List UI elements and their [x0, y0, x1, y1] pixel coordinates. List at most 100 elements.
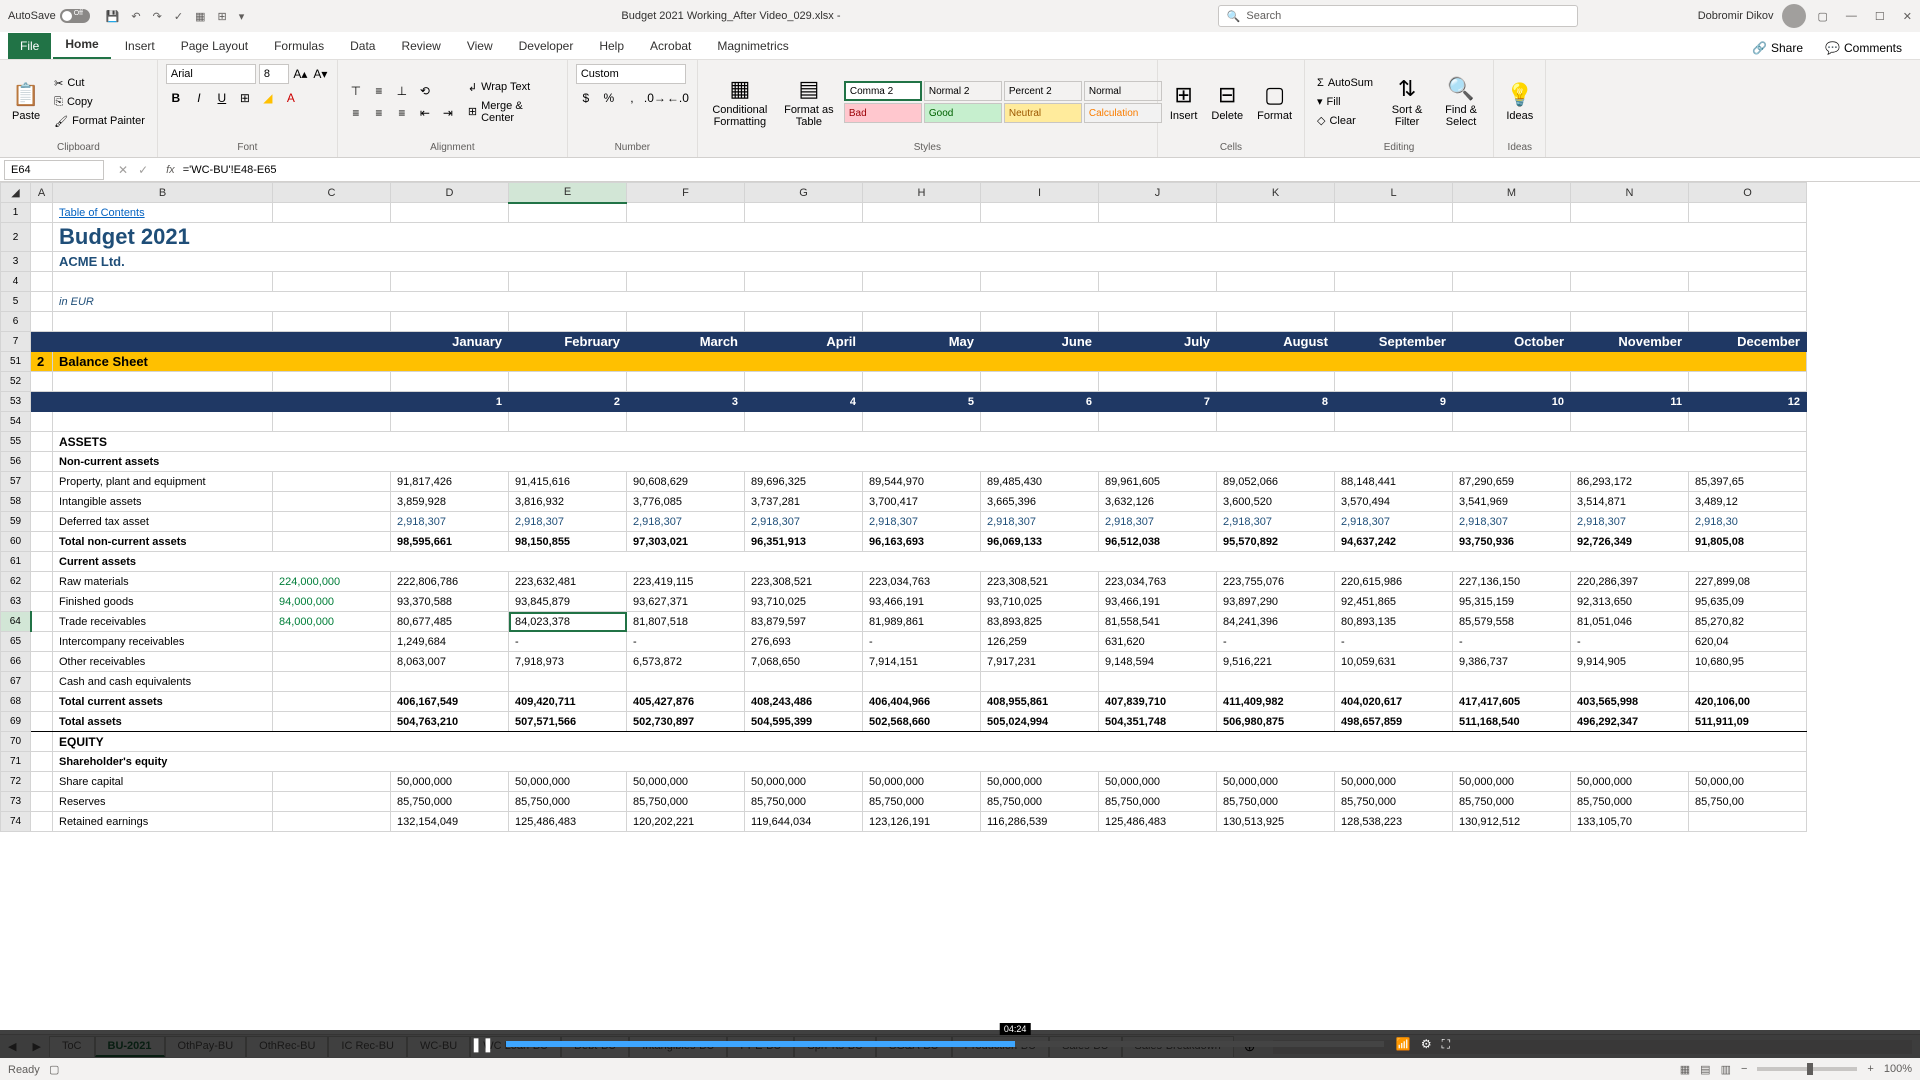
row-header[interactable]: 58 — [1, 492, 31, 512]
row-header[interactable]: 52 — [1, 372, 31, 392]
month-header[interactable]: August — [1217, 332, 1335, 352]
budget-title[interactable]: Budget 2021 — [53, 223, 1807, 252]
cell[interactable]: 85,397,65 — [1689, 472, 1807, 492]
cell[interactable] — [31, 452, 53, 472]
indent-inc-icon[interactable]: ⇥ — [438, 103, 458, 123]
cell[interactable]: 86,293,172 — [1571, 472, 1689, 492]
cell[interactable]: 93,750,936 — [1453, 532, 1571, 552]
cell[interactable]: 506,980,875 — [1217, 712, 1335, 732]
cell[interactable]: 85,750,000 — [1335, 792, 1453, 812]
user-account[interactable]: Dobromir Dikov — [1698, 4, 1806, 28]
cell[interactable]: 50,000,000 — [1335, 772, 1453, 792]
cell[interactable]: 92,726,349 — [1571, 532, 1689, 552]
section-num[interactable]: 2 — [31, 352, 53, 372]
equity-heading[interactable]: EQUITY — [53, 732, 1807, 752]
row-label[interactable]: Total assets — [53, 712, 273, 732]
cell[interactable]: 409,420,711 — [509, 692, 627, 712]
cell[interactable]: 406,404,966 — [863, 692, 981, 712]
column-header[interactable]: G — [745, 183, 863, 203]
cell[interactable]: 90,608,629 — [627, 472, 745, 492]
align-top-icon[interactable]: ⊤ — [346, 81, 366, 101]
find-select-button[interactable]: 🔍Find & Select — [1437, 74, 1485, 130]
cell[interactable]: 84,241,396 — [1217, 612, 1335, 632]
row-header[interactable]: 56 — [1, 452, 31, 472]
cell[interactable] — [273, 372, 391, 392]
cell[interactable] — [745, 412, 863, 432]
cell[interactable] — [31, 312, 53, 332]
cell[interactable] — [273, 772, 391, 792]
font-color-icon[interactable]: A — [281, 88, 301, 108]
comma-icon[interactable]: , — [622, 88, 642, 108]
cell[interactable]: 223,419,115 — [627, 572, 745, 592]
cell[interactable]: 85,750,000 — [1217, 792, 1335, 812]
style-percent2[interactable]: Percent 2 — [1004, 81, 1082, 101]
period-num[interactable]: 11 — [1571, 392, 1689, 412]
cell[interactable]: 94,637,242 — [1335, 532, 1453, 552]
orientation-icon[interactable]: ⟲ — [415, 81, 435, 101]
video-progress[interactable]: 04:24 — [506, 1041, 1384, 1047]
tab-help[interactable]: Help — [587, 33, 636, 59]
tab-file[interactable]: File — [8, 33, 51, 59]
cell[interactable]: 85,750,00 — [1689, 792, 1807, 812]
cell[interactable] — [509, 312, 627, 332]
cell[interactable]: 504,351,748 — [1099, 712, 1217, 732]
paste-button[interactable]: 📋Paste — [8, 80, 44, 124]
cell[interactable] — [53, 392, 273, 412]
view-pagelayout-icon[interactable]: ▤ — [1700, 1063, 1710, 1076]
cell[interactable]: 93,370,588 — [391, 592, 509, 612]
month-header[interactable]: February — [509, 332, 627, 352]
row-header[interactable]: 68 — [1, 692, 31, 712]
cell[interactable] — [627, 672, 745, 692]
cell[interactable]: 81,989,861 — [863, 612, 981, 632]
row-header[interactable]: 72 — [1, 772, 31, 792]
cell[interactable]: 93,897,290 — [1217, 592, 1335, 612]
cell[interactable]: 7,068,650 — [745, 652, 863, 672]
cell[interactable] — [1335, 272, 1453, 292]
settings-icon[interactable]: ⚙ — [1421, 1037, 1432, 1052]
cell[interactable]: 95,635,09 — [1689, 592, 1807, 612]
row-label[interactable]: Deferred tax asset — [53, 512, 273, 532]
cell[interactable]: 404,020,617 — [1335, 692, 1453, 712]
ideas-button[interactable]: 💡Ideas — [1502, 80, 1537, 124]
spreadsheet[interactable]: ◢ABCDEFGHIJKLMNO 1Table of Contents2Budg… — [0, 182, 1920, 1034]
cell[interactable] — [273, 392, 391, 412]
style-good[interactable]: Good — [924, 103, 1002, 123]
row-label[interactable]: Share capital — [53, 772, 273, 792]
style-bad[interactable]: Bad — [844, 103, 922, 123]
cell[interactable] — [273, 512, 391, 532]
cell[interactable]: 2,918,307 — [1217, 512, 1335, 532]
cell[interactable] — [627, 272, 745, 292]
cell[interactable]: 2,918,307 — [745, 512, 863, 532]
cell[interactable] — [391, 372, 509, 392]
row-header[interactable]: 71 — [1, 752, 31, 772]
cell[interactable]: 220,286,397 — [1571, 572, 1689, 592]
cell[interactable]: 8,063,007 — [391, 652, 509, 672]
cell[interactable] — [863, 312, 981, 332]
row-header[interactable]: 51 — [1, 352, 31, 372]
cell[interactable]: 89,696,325 — [745, 472, 863, 492]
cell[interactable]: 89,961,605 — [1099, 472, 1217, 492]
cell[interactable]: 81,807,518 — [627, 612, 745, 632]
cell[interactable]: 3,489,12 — [1689, 492, 1807, 512]
cell[interactable]: 85,750,000 — [1099, 792, 1217, 812]
cell[interactable]: 3,600,520 — [1217, 492, 1335, 512]
cell[interactable] — [1453, 312, 1571, 332]
cell[interactable] — [745, 312, 863, 332]
cell[interactable] — [1099, 372, 1217, 392]
cell[interactable]: 125,486,483 — [1099, 812, 1217, 832]
clear-button[interactable]: ◇ Clear — [1313, 112, 1377, 129]
cell[interactable] — [31, 652, 53, 672]
cell[interactable]: 2,918,307 — [509, 512, 627, 532]
period-num[interactable]: 5 — [863, 392, 981, 412]
cell[interactable] — [981, 203, 1099, 223]
cell[interactable]: 227,136,150 — [1453, 572, 1571, 592]
column-header[interactable]: K — [1217, 183, 1335, 203]
cell[interactable]: 2,918,307 — [627, 512, 745, 532]
cell[interactable]: 507,571,566 — [509, 712, 627, 732]
cancel-formula-icon[interactable]: ✕ — [118, 163, 128, 177]
cell[interactable] — [981, 372, 1099, 392]
cell[interactable] — [1335, 412, 1453, 432]
undo-icon[interactable]: ↶ — [131, 10, 140, 23]
cell[interactable]: 85,270,82 — [1689, 612, 1807, 632]
cell[interactable] — [273, 812, 391, 832]
